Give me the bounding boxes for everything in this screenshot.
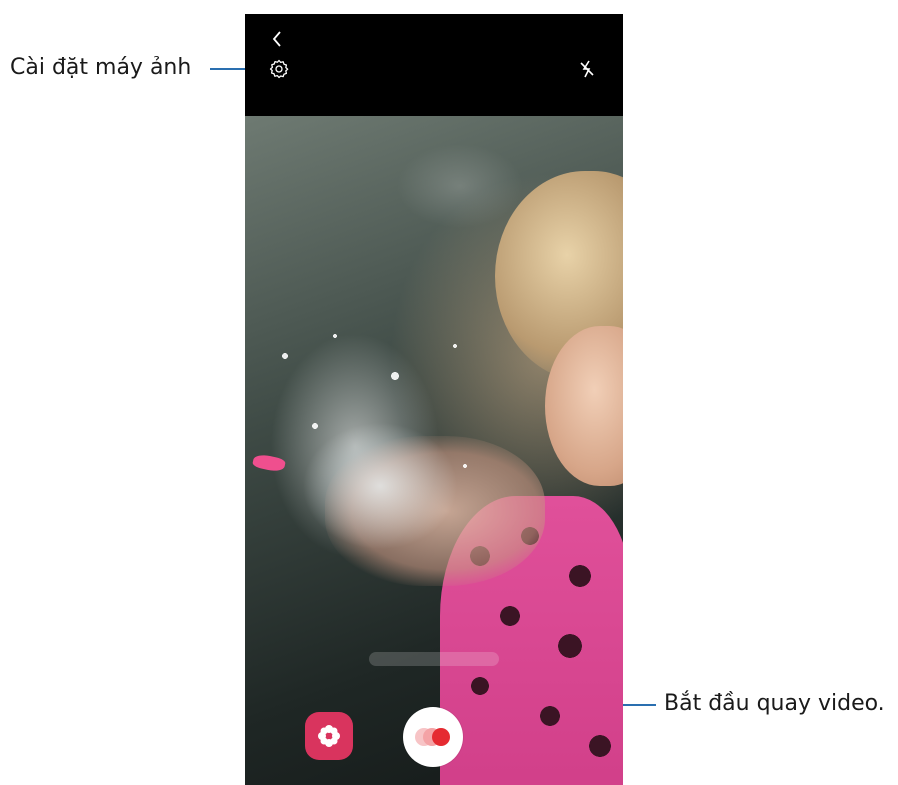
camera-viewfinder[interactable] bbox=[245, 116, 623, 785]
water-splash bbox=[255, 316, 505, 616]
flower-icon bbox=[318, 725, 340, 747]
phone-screen bbox=[245, 14, 623, 785]
record-dot-primary bbox=[432, 728, 450, 746]
callout-camera-settings: Cài đặt máy ảnh bbox=[10, 55, 192, 80]
gear-icon[interactable] bbox=[267, 57, 291, 81]
record-button[interactable] bbox=[403, 707, 463, 767]
back-icon[interactable] bbox=[267, 28, 287, 50]
camera-top-bar bbox=[245, 14, 623, 116]
callout-start-recording: Bắt đầu quay video. bbox=[664, 691, 885, 716]
gallery-button[interactable] bbox=[305, 712, 353, 760]
mode-hint-bar bbox=[369, 652, 499, 666]
flash-off-icon[interactable] bbox=[575, 57, 599, 81]
